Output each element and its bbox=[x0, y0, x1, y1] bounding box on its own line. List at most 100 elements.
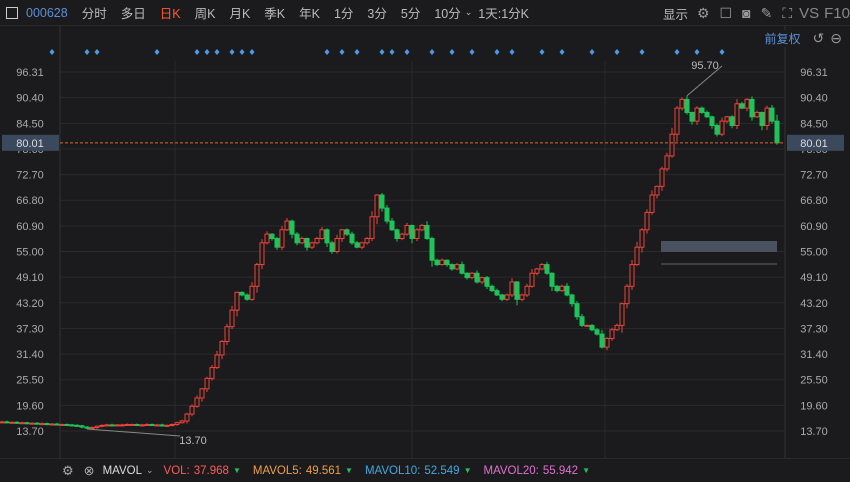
candle-body bbox=[604, 337, 610, 348]
candle-body bbox=[774, 120, 780, 144]
candle-body bbox=[164, 424, 170, 427]
candle-body bbox=[359, 242, 365, 248]
stock-code[interactable]: 000628 bbox=[26, 6, 68, 20]
tab-1min[interactable]: 1分 bbox=[334, 3, 353, 22]
camera-icon[interactable]: ◙ bbox=[742, 5, 750, 21]
tab-10min[interactable]: 10分 bbox=[434, 3, 460, 22]
candle-body bbox=[409, 224, 415, 239]
candle-body bbox=[659, 168, 665, 187]
candle-body bbox=[284, 220, 290, 231]
candle-body bbox=[199, 388, 205, 399]
y-tick-label-left: 66.80 bbox=[16, 195, 44, 207]
candle-body bbox=[699, 107, 705, 113]
mavol5-label: MAVOL5: bbox=[252, 464, 302, 477]
candle-body bbox=[449, 264, 455, 270]
pencil-icon[interactable]: ✎ bbox=[761, 5, 773, 22]
candle-body bbox=[644, 211, 650, 231]
candle-body bbox=[529, 272, 535, 287]
tab-weekly-k[interactable]: 周K bbox=[195, 3, 216, 22]
candle-body bbox=[614, 324, 620, 331]
candle-body bbox=[579, 316, 585, 326]
candle-body bbox=[724, 116, 730, 122]
chevron-down-icon[interactable]: ⌄ bbox=[465, 7, 473, 18]
tab-daily-k[interactable]: 日K bbox=[160, 3, 181, 22]
period-select[interactable]: 1天:1分K bbox=[478, 3, 529, 22]
tab-duori[interactable]: 多日 bbox=[121, 3, 146, 22]
candle-body bbox=[654, 185, 660, 196]
toolbar: 000628 分时 多日 日K 周K 月K 季K 年K 1分 3分 5分 10分… bbox=[0, 0, 850, 26]
low-price-label: 13.70 bbox=[179, 435, 207, 447]
candle-body bbox=[154, 424, 160, 427]
f10-button[interactable]: F10 bbox=[824, 5, 850, 22]
candle-body bbox=[684, 98, 690, 113]
candle-body bbox=[214, 354, 220, 369]
candle-body bbox=[139, 424, 145, 427]
zoom-out-icon[interactable]: ⊖ bbox=[830, 30, 842, 47]
candle-body bbox=[459, 264, 465, 274]
indicator-settings-icon[interactable]: ⚙ bbox=[62, 463, 74, 479]
candle-body bbox=[259, 242, 265, 266]
candle-body bbox=[29, 422, 35, 425]
candle-body bbox=[24, 422, 30, 425]
settings-gear-icon[interactable]: ⚙ bbox=[697, 5, 710, 22]
candle-body bbox=[9, 421, 15, 424]
candle-body bbox=[709, 116, 715, 126]
tab-fenshi[interactable]: 分时 bbox=[82, 3, 107, 22]
candle-body bbox=[619, 303, 625, 326]
candle-body bbox=[574, 303, 580, 318]
current-price-label-left: 80.01 bbox=[16, 138, 44, 150]
candle-body bbox=[264, 233, 270, 244]
candle-body bbox=[19, 422, 25, 425]
tab-3min[interactable]: 3分 bbox=[367, 3, 386, 22]
high-price-label: 95.70 bbox=[691, 60, 719, 72]
indicator-name[interactable]: MAVOL bbox=[103, 465, 142, 477]
candle-body bbox=[549, 272, 555, 287]
y-tick-label-right: 31.40 bbox=[800, 349, 828, 361]
mavol20-value: 55.942 bbox=[542, 464, 579, 477]
candle-body bbox=[404, 224, 410, 235]
candle-body bbox=[39, 423, 45, 426]
vs-button[interactable]: VS bbox=[799, 5, 819, 22]
layout-icon[interactable] bbox=[6, 6, 18, 19]
candle-body bbox=[74, 424, 80, 427]
candle-body bbox=[84, 426, 90, 429]
tab-quarterly-k[interactable]: 季K bbox=[264, 3, 285, 22]
y-tick-label-right: 37.30 bbox=[800, 323, 828, 335]
y-tick-label-left: 25.50 bbox=[16, 375, 44, 387]
indicator-close-icon[interactable]: ⊗ bbox=[84, 463, 95, 479]
tab-5min[interactable]: 5分 bbox=[401, 3, 420, 22]
mavol20-label: MAVOL20: bbox=[483, 464, 539, 477]
candle-body bbox=[319, 229, 325, 239]
candle-body bbox=[584, 324, 590, 327]
y-tick-label-right: 90.40 bbox=[800, 93, 828, 105]
candle-body bbox=[289, 220, 295, 235]
candle-body bbox=[0, 421, 5, 424]
fullscreen-icon[interactable]: ⛶ bbox=[782, 5, 792, 22]
display-menu[interactable]: 显示 bbox=[663, 4, 688, 23]
candle-body bbox=[764, 107, 770, 126]
candle-body bbox=[124, 423, 130, 426]
candle-body bbox=[394, 229, 400, 239]
adjust-select[interactable]: 前复权 bbox=[765, 30, 801, 47]
candle-body bbox=[499, 294, 505, 300]
candle-body bbox=[479, 277, 485, 283]
candle-body bbox=[399, 233, 405, 239]
candle-body bbox=[489, 285, 495, 292]
candle-body bbox=[269, 233, 275, 239]
frame-icon[interactable]: ☐ bbox=[720, 5, 733, 22]
candle-body bbox=[429, 237, 435, 261]
y-tick-label-right: 55.00 bbox=[800, 247, 828, 259]
candle-body bbox=[704, 111, 710, 118]
candle-body bbox=[739, 103, 745, 109]
indicator-bar: ⚙ ⊗ MAVOL ⌄ VOL: 37.968 ▼ MAVOL5: 49.561 ▼… bbox=[0, 458, 850, 482]
candle-body bbox=[639, 229, 645, 248]
candle-body bbox=[314, 237, 320, 244]
candle-body bbox=[304, 237, 310, 248]
y-tick-label-left: 13.70 bbox=[16, 426, 44, 438]
candle-body bbox=[354, 242, 360, 248]
tab-yearly-k[interactable]: 年K bbox=[299, 3, 320, 22]
undo-icon[interactable]: ↺ bbox=[813, 30, 825, 47]
candlestick-chart[interactable]: 96.3196.3190.4090.4084.5084.5078.6078.60… bbox=[0, 26, 850, 458]
chevron-down-icon[interactable]: ⌄ bbox=[146, 465, 154, 476]
tab-monthly-k[interactable]: 月K bbox=[229, 3, 250, 22]
